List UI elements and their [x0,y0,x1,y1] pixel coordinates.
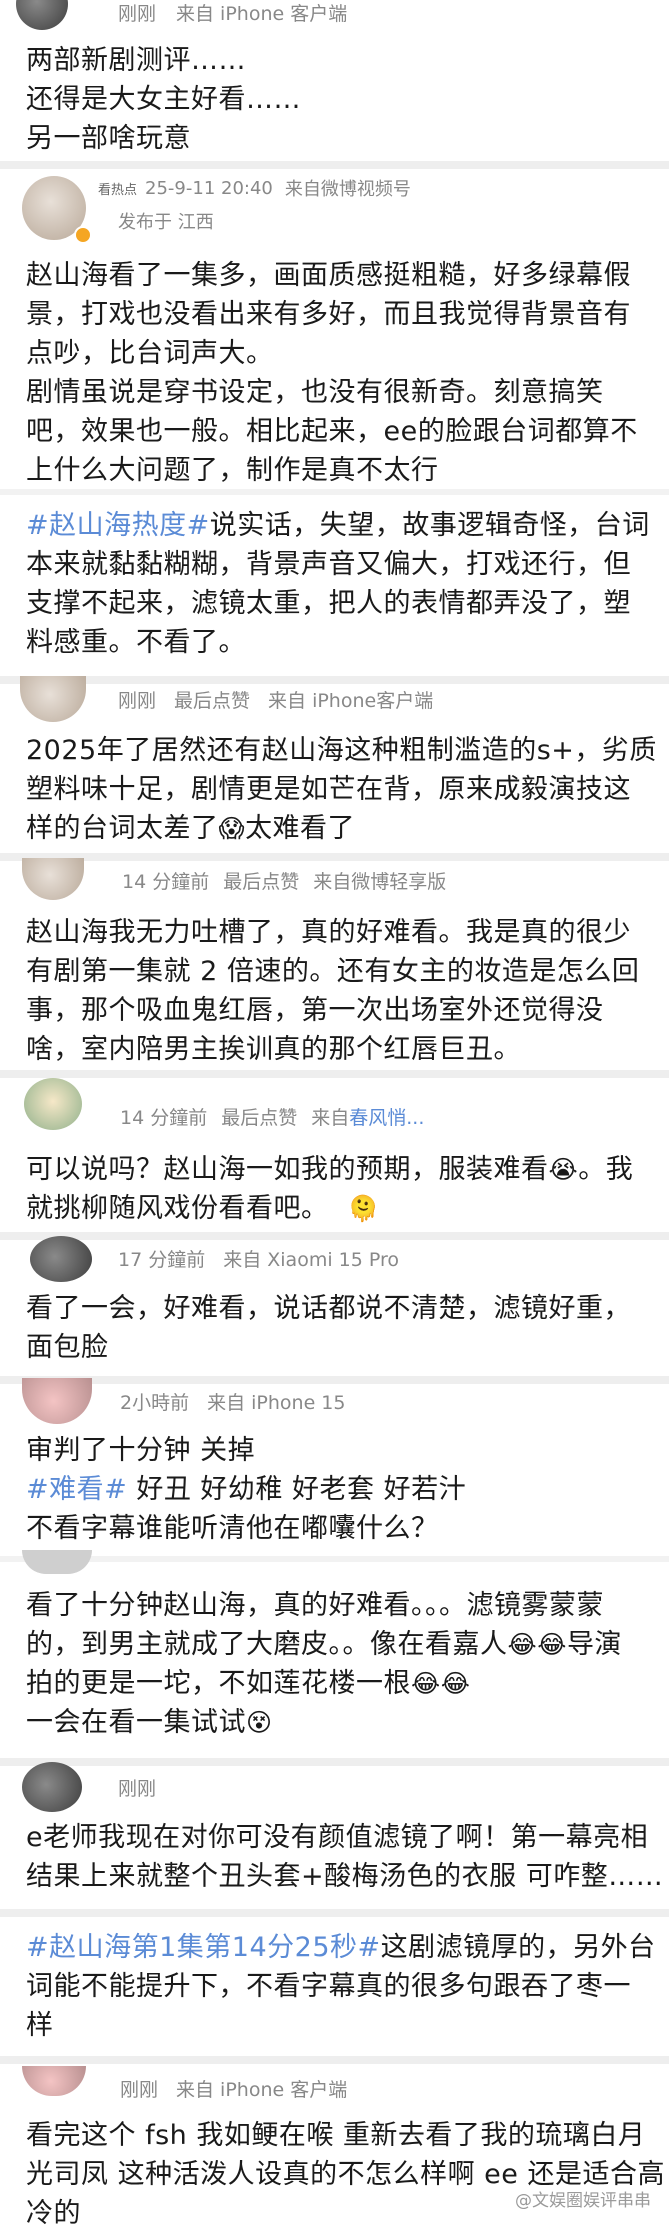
comment-meta: 刚刚 最后点赞 来自 iPhone客户端 [118,679,433,719]
comment-body: #赵山海热度#说实话，失望，故事逻辑奇怪，台词 本来就黏黏糊糊，背景声音又偏大，… [26,510,650,658]
comment-body: e老师我现在对你可没有颜值滤镜了啊！第一幕亮相 结果上来就整个丑头套+酸梅汤色的… [26,1822,664,1892]
comment-source: 来自 iPhone客户端 [268,689,434,712]
avatar[interactable] [16,0,68,30]
comment-time: 14 分鐘前 [122,870,210,893]
melting-emoji-icon: 🫠 [347,1194,380,1223]
divider [0,1556,669,1562]
comment-source: 来自 iPhone 客户端 [176,2,348,25]
comment-body: 2025年了居然还有赵山海这种粗制滥造的s+，劣质 塑料味十足，剧情更是如芒在背… [26,735,657,844]
avatar[interactable] [22,1762,82,1812]
watermark: @文娱圈娱评串串 [515,2191,651,2211]
divider [0,1070,669,1078]
hashtag-link[interactable]: #难看# [26,1474,127,1505]
comment-time: 刚刚 [118,1777,157,1800]
laugh-cry-emoji-icon: 😂 [537,1630,567,1659]
comment-meta: 14 分鐘前 最后点赞 来自春风悄... [120,1096,424,1136]
comment-body: 看了一会，好难看，说话都说不清楚，滤镜好重， 面包脸 [26,1293,631,1363]
comment-time: 25-9-11 20:40 [145,177,273,199]
comment-body: 看了十分钟赵山海，真的好难看。。。滤镜雾蒙蒙 的，到男主就成了大磨皮。。像在看嘉… [26,1590,622,1738]
laugh-cry-emoji-icon: 😂 [440,1669,471,1698]
divider [0,1758,669,1766]
comment-source: 来自微博视频号 [284,179,411,200]
comment-source: 来自 Xiaomi 15 Pro [223,1248,400,1271]
verified-badge-icon [74,226,92,244]
last-like-tag: 最后点赞 [174,689,251,712]
comment-body: 可以说吗？赵山海一如我的预期，服装难看😭。我 就挑柳随风戏份看看吧。 🫠 [26,1154,634,1224]
comment-time: 刚刚 [118,689,157,712]
hashtag-link[interactable]: #赵山海第1集第14分25秒# [26,1932,381,1963]
comment-meta: 2小時前 来自 iPhone 15 [120,1381,345,1421]
avatar[interactable] [22,2066,86,2096]
comment-source: 来自 iPhone 15 [207,1391,346,1414]
comment-time: 14 分鐘前 [120,1106,208,1129]
comment-meta: 刚刚 [118,1767,156,1807]
comment-body: 两部新剧测评…… 还得是大女主好看…… 另一部啥玩意 [26,45,301,154]
last-like-tag: 最后点赞 [223,870,300,893]
comment-meta: 刚刚 来自 iPhone 客户端 [118,0,347,32]
divider [0,2056,669,2064]
comment-body: 审判了十分钟 关掉 #难看# 好丑 好幼稚 好老套 好若汁 不看字幕谁能听清他在… [26,1435,467,1544]
comment-meta: 17 分鐘前 来自 Xiaomi 15 Pro [118,1238,399,1278]
avatar[interactable] [22,1550,92,1574]
comment-time: 刚刚 [120,2078,159,2101]
shocked-emoji-icon: 😱 [218,814,246,843]
source-app-link[interactable]: 春风悄... [349,1107,424,1129]
comment-meta: 刚刚 来自 iPhone 客户端 [120,2068,347,2108]
avatar[interactable] [22,858,84,900]
last-like-tag: 最后点赞 [221,1106,298,1129]
comment-meta: 14 分鐘前 最后点赞 来自微博轻享版 [122,860,446,900]
comment-feed: 刚刚 来自 iPhone 客户端 两部新剧测评…… 还得是大女主好看…… 另一部… [0,0,669,2229]
comment-body: #赵山海第1集第14分25秒#这剧滤镜厚的，另外台 词能不能提升下，不看字幕真的… [26,1932,656,2041]
hashtag-link[interactable]: #赵山海热度# [26,510,210,541]
avatar[interactable] [30,1236,92,1282]
comment-time: 2小時前 [120,1391,190,1414]
username[interactable]: 看热点 [98,179,137,198]
laugh-cry-emoji-icon: 😂 [507,1630,538,1659]
divider [0,489,669,495]
comment-source: 来自 iPhone 客户端 [176,2078,348,2101]
dizzy-emoji-icon: 😵 [246,1708,273,1737]
comment-location: 发布于 江西 [118,212,214,233]
comment-body: 看完这个 fsh 我如鲠在喉 重新去看了我的琉璃白月 光司凤 这种活泼人设真的不… [26,2120,665,2229]
comment-body: 赵山海看了一集多，画面质感挺粗糙，好多绿幕假 景，打戏也没看出来有多好，而且我觉… [26,260,638,486]
comment-source: 来自微博轻享版 [313,870,447,893]
divider [0,1909,669,1917]
comment-time: 17 分鐘前 [118,1248,206,1271]
avatar[interactable] [24,1078,82,1130]
crying-emoji-icon: 😭 [548,1155,579,1184]
avatar[interactable] [20,676,86,722]
avatar[interactable] [22,1378,92,1424]
comment-source: 来自春风悄... [311,1106,425,1129]
comment-body: 赵山海我无力吐槽了，真的好难看。我是真的很少 有剧第一集就 2 倍速的。还有女主… [26,917,640,1065]
comment-time: 刚刚 [118,2,157,25]
laugh-cry-emoji-icon: 😂 [411,1669,441,1698]
